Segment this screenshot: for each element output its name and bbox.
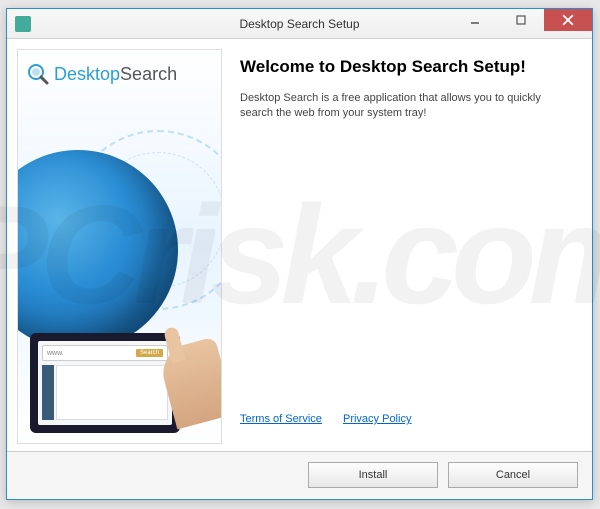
close-button[interactable]	[544, 9, 592, 31]
cancel-button[interactable]: Cancel	[448, 462, 578, 488]
installer-sidebar-image: DesktopSearch www. Search	[17, 49, 222, 444]
window-controls	[452, 9, 592, 31]
welcome-heading: Welcome to Desktop Search Setup!	[240, 57, 564, 77]
minimize-button[interactable]	[452, 9, 498, 31]
window-title: Desktop Search Setup	[239, 17, 359, 31]
titlebar: Desktop Search Setup	[7, 9, 592, 39]
button-bar: Install Cancel	[7, 451, 592, 498]
privacy-link[interactable]: Privacy Policy	[343, 413, 411, 425]
install-button[interactable]: Install	[308, 462, 438, 488]
maximize-button[interactable]	[498, 9, 544, 31]
magnifier-icon	[26, 62, 50, 86]
terms-link[interactable]: Terms of Service	[240, 413, 322, 425]
logo-text: DesktopSearch	[54, 64, 177, 85]
app-icon	[15, 16, 31, 32]
installer-window: Desktop Search Setup	[6, 8, 593, 500]
logo: DesktopSearch	[18, 50, 221, 98]
main-content: Welcome to Desktop Search Setup! Desktop…	[222, 49, 582, 441]
description-text: Desktop Search is a free application tha…	[240, 91, 564, 122]
tablet-search-btn: Search	[136, 349, 163, 357]
legal-links: Terms of Service Privacy Policy	[240, 413, 564, 425]
content-area: DesktopSearch www. Search	[7, 39, 592, 451]
tablet-graphic: www. Search	[30, 333, 180, 433]
tablet-url-text: www.	[47, 350, 64, 357]
